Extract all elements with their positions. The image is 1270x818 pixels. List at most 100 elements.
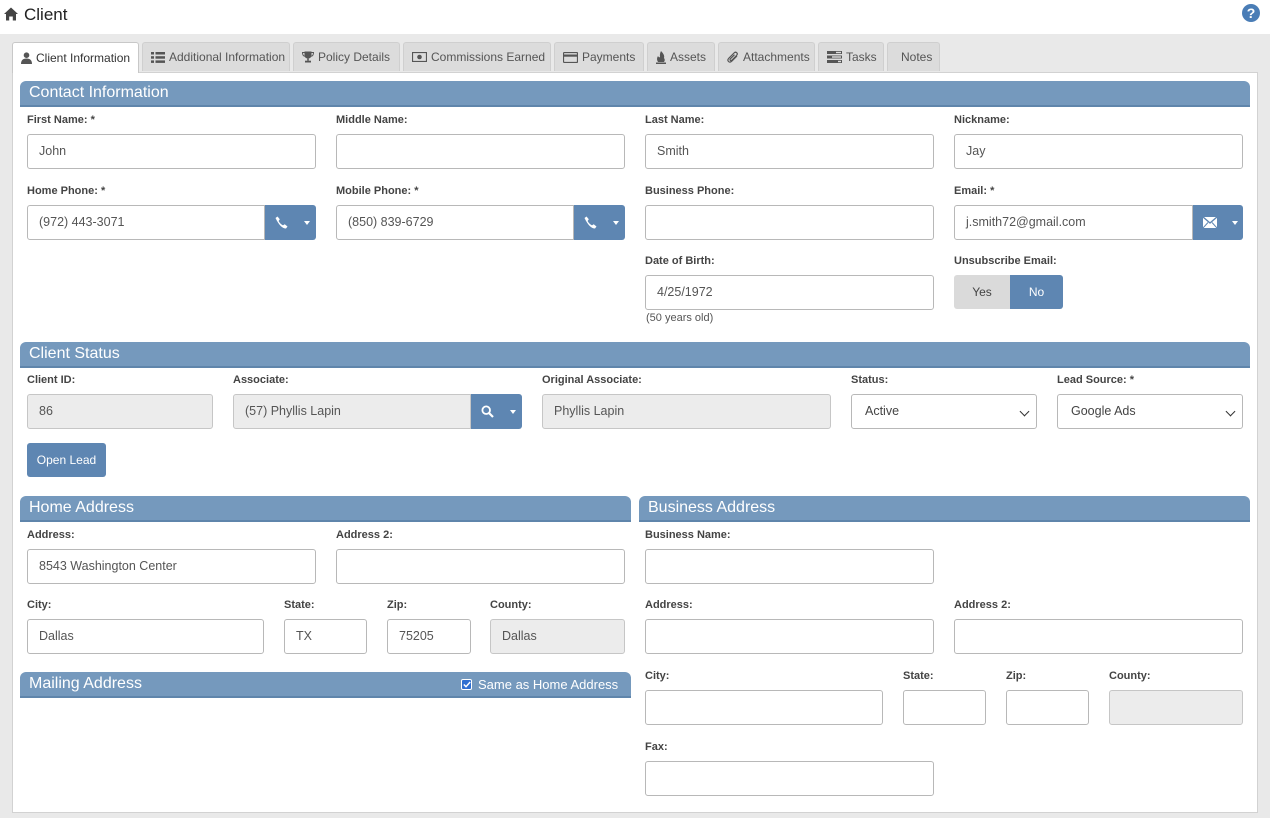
business-address2-label: Address 2: (954, 599, 1011, 611)
home-address2-input[interactable] (336, 549, 625, 584)
checkmark-icon (462, 680, 471, 689)
paperclip-icon (727, 51, 738, 63)
chevron-down-icon (1226, 205, 1243, 240)
dob-label: Date of Birth: (645, 255, 715, 267)
associate-input: (57) Phyllis Lapin (233, 394, 471, 429)
tasks-icon (827, 51, 842, 63)
tab-commissions-earned[interactable]: Commissions Earned (403, 42, 551, 71)
tab-assets[interactable]: Assets (647, 42, 715, 71)
original-associate-label: Original Associate: (542, 374, 642, 386)
unsubscribe-yes-button[interactable]: Yes (954, 275, 1010, 309)
tab-label: Additional Information (169, 50, 286, 64)
home-zip-input[interactable]: 75205 (387, 619, 471, 654)
business-county-input (1109, 690, 1243, 725)
unsubscribe-no-button[interactable]: No (1010, 275, 1063, 309)
page-title: Client (24, 5, 68, 24)
dob-input[interactable]: 4/25/1972 (645, 275, 934, 310)
same-as-home-checkbox[interactable]: Same as Home Address (461, 677, 618, 692)
home-icon[interactable] (3, 6, 19, 22)
business-address2-input[interactable] (954, 619, 1243, 654)
nickname-input[interactable]: Jay (954, 134, 1243, 169)
status-select[interactable]: Active (851, 394, 1037, 429)
tab-tasks[interactable]: Tasks (818, 42, 884, 71)
mailing-address-title: Mailing Address (29, 675, 142, 692)
tab-label: Notes (901, 50, 933, 64)
search-icon (481, 405, 494, 418)
user-icon (21, 52, 32, 64)
tab-payments[interactable]: Payments (554, 42, 644, 71)
chevron-down-icon (298, 205, 316, 240)
client-id-label: Client ID: (27, 374, 76, 386)
business-address-label: Address: (645, 599, 693, 611)
home-address-input[interactable]: 8543 Washington Center (27, 549, 316, 584)
business-state-label: State: (903, 670, 934, 682)
envelope-icon (1202, 217, 1217, 228)
tab-label: Attachments (743, 50, 810, 64)
business-address-header: Business Address (639, 496, 1250, 522)
unsubscribe-email-toggle: Yes No (954, 275, 1063, 309)
business-phone-input[interactable] (645, 205, 934, 240)
chevron-down-icon (607, 205, 625, 240)
tab-label: Commissions Earned (431, 50, 546, 64)
lead-source-select[interactable]: Google Ads (1057, 394, 1243, 429)
middle-name-label: Middle Name: (336, 114, 408, 126)
email-label: Email: * (954, 185, 995, 197)
first-name-input[interactable]: John (27, 134, 316, 169)
fire-icon (656, 50, 666, 64)
open-lead-button[interactable]: Open Lead (27, 443, 106, 477)
contact-information-header: Contact Information (20, 81, 1250, 107)
first-name-label: First Name: * (27, 114, 95, 126)
tab-label: Payments (582, 50, 636, 64)
email-input[interactable]: j.smith72@gmail.com (954, 205, 1193, 240)
business-state-input[interactable] (903, 690, 986, 725)
top-bar: Client ? (0, 0, 1270, 34)
business-city-input[interactable] (645, 690, 883, 725)
client-id-input: 86 (27, 394, 213, 429)
home-address-label: Address: (27, 529, 75, 541)
business-phone-label: Business Phone: (645, 185, 735, 197)
home-state-label: State: (284, 599, 315, 611)
fax-input[interactable] (645, 761, 934, 796)
mobile-phone-call-button[interactable] (574, 205, 625, 240)
status-select-value: Active (865, 404, 900, 418)
home-phone-call-button[interactable] (265, 205, 316, 240)
same-as-home-label: Same as Home Address (478, 677, 619, 692)
business-zip-input[interactable] (1006, 690, 1089, 725)
help-icon[interactable]: ? (1242, 4, 1260, 22)
mobile-phone-input[interactable]: (850) 839-6729 (336, 205, 574, 240)
business-address-input[interactable] (645, 619, 934, 654)
home-state-input[interactable]: TX (284, 619, 367, 654)
home-address-header: Home Address (20, 496, 631, 522)
fax-label: Fax: (645, 741, 668, 753)
tab-client-information[interactable]: Client Information (12, 42, 139, 73)
business-name-input[interactable] (645, 549, 934, 584)
phone-icon (584, 216, 597, 229)
client-status-header: Client Status (20, 342, 1250, 368)
tab-additional-information[interactable]: Additional Information (142, 42, 290, 71)
tab-notes[interactable]: Notes (887, 42, 940, 71)
associate-search-button[interactable] (471, 394, 522, 429)
home-city-input[interactable]: Dallas (27, 619, 264, 654)
business-county-label: County: (1109, 670, 1151, 682)
chevron-down-icon (1225, 406, 1236, 417)
lead-source-label: Lead Source: * (1057, 374, 1135, 386)
phone-icon (275, 216, 288, 229)
middle-name-input[interactable] (336, 134, 625, 169)
original-associate-input: Phyllis Lapin (542, 394, 831, 429)
credit-card-icon (563, 51, 578, 63)
last-name-input[interactable]: Smith (645, 134, 934, 169)
age-hint: (50 years old) (646, 312, 714, 324)
mobile-phone-label: Mobile Phone: * (336, 185, 419, 197)
tab-label: Client Information (36, 51, 131, 65)
home-city-label: City: (27, 599, 52, 611)
associate-label: Associate: (233, 374, 289, 386)
home-phone-input[interactable]: (972) 443-3071 (27, 205, 265, 240)
home-county-label: County: (490, 599, 532, 611)
email-send-button[interactable] (1193, 205, 1243, 240)
last-name-label: Last Name: (645, 114, 705, 126)
status-label: Status: (851, 374, 889, 386)
tab-attachments[interactable]: Attachments (718, 42, 815, 71)
tab-label: Assets (670, 50, 707, 64)
unsubscribe-email-label: Unsubscribe Email: (954, 255, 1057, 267)
tab-policy-details[interactable]: Policy Details (293, 42, 400, 71)
